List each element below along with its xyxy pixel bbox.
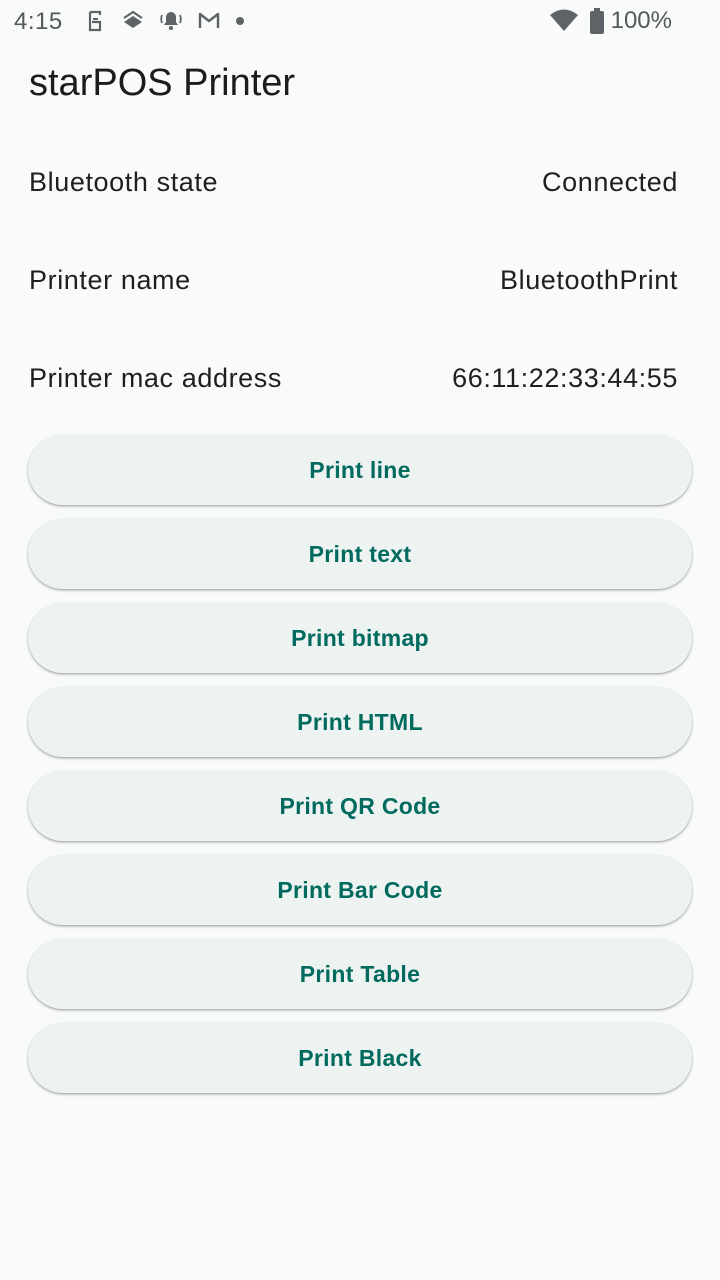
status-time: 4:15 (14, 8, 63, 35)
page-title: starPOS Printer (29, 62, 296, 104)
bluetooth-state-label: Bluetooth state (29, 166, 219, 197)
notification-icons (82, 8, 256, 34)
printer-name-label: Printer name (29, 264, 191, 295)
battery-icon (589, 8, 604, 34)
s-badge-icon (82, 8, 108, 34)
ringing-bell-icon (158, 8, 184, 34)
print-bitmap-button[interactable]: Print bitmap (28, 603, 692, 673)
printer-mac-label: Printer mac address (29, 362, 282, 393)
bluetooth-state-row: Bluetooth state Connected (29, 162, 678, 202)
print-qr-code-button[interactable]: Print QR Code (28, 771, 692, 841)
status-bar: 4:15 100% (0, 0, 720, 44)
print-line-button[interactable]: Print line (28, 435, 692, 505)
stack-icon (120, 8, 146, 34)
app-screen: 4:15 100% starPOS Printer Bluetooth stat… (0, 0, 720, 1280)
print-actions: Print line Print text Print bitmap Print… (28, 435, 692, 1107)
print-black-button[interactable]: Print Black (28, 1023, 692, 1093)
bluetooth-state-value: Connected (542, 166, 678, 197)
print-text-button[interactable]: Print text (28, 519, 692, 589)
dot-icon (236, 17, 244, 25)
print-bar-code-button[interactable]: Print Bar Code (28, 855, 692, 925)
gmail-icon (196, 8, 222, 34)
print-table-button[interactable]: Print Table (28, 939, 692, 1009)
system-icons: 100% (549, 7, 672, 35)
printer-name-value: BluetoothPrint (499, 264, 678, 295)
battery-percentage: 100% (610, 7, 672, 34)
printer-mac-value: 66:11:22:33:44:55 (452, 362, 678, 393)
print-html-button[interactable]: Print HTML (28, 687, 692, 757)
wifi-icon (549, 9, 578, 31)
printer-name-row: Printer name BluetoothPrint (29, 260, 678, 300)
printer-mac-row: Printer mac address 66:11:22:33:44:55 (29, 358, 678, 398)
